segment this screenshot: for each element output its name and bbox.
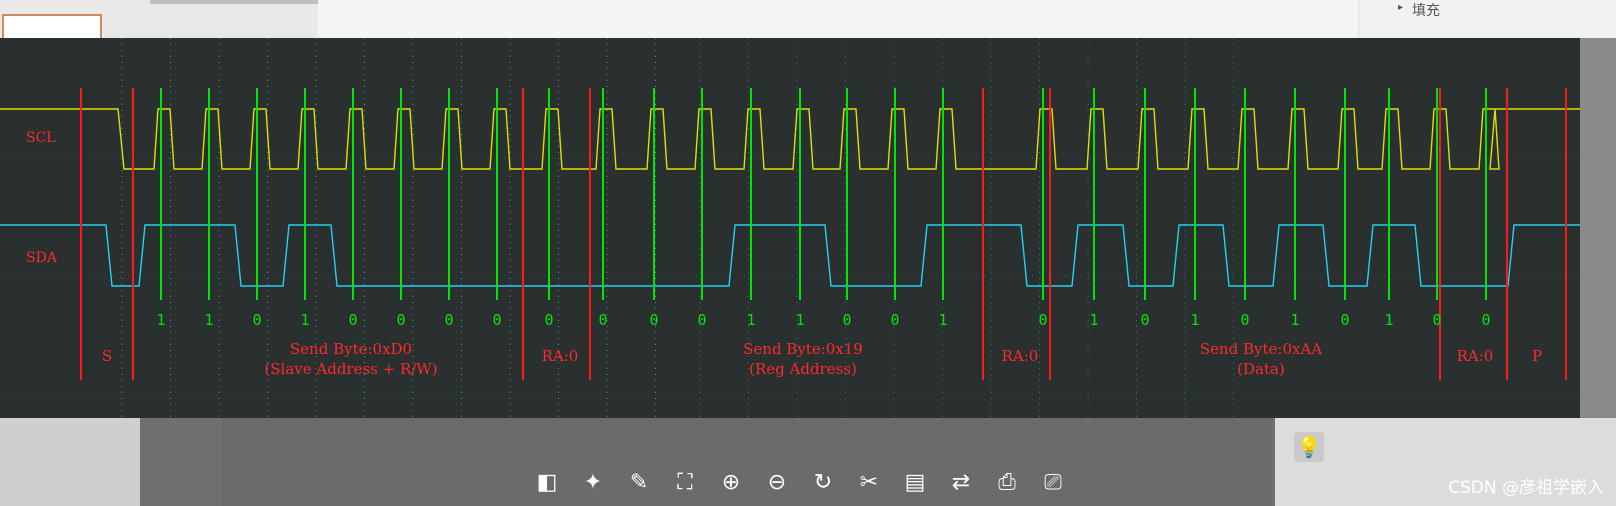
bit-value: 0 [444,311,453,329]
bit-value: 1 [1089,311,1098,329]
fill-section-label[interactable]: 填充 [1412,0,1440,20]
bit-value: 0 [252,311,261,329]
image-edit-icon[interactable]: ✎ [624,468,654,498]
bit-value: 0 [1432,311,1441,329]
convert-icon[interactable]: ⇄ [946,468,976,498]
csdn-watermark: CSDN @彦祖学嵌入 [1448,478,1604,498]
bit-value: 0 [842,311,851,329]
segment-annotation: (Data) [1237,360,1285,378]
image-viewer-toolbar: ◧ ✦ ✎ ⛶ ⊕ ⊖ ↻ ✂ ▤ ⇄ ⎙ ⎚ [222,448,1272,502]
segment-annotation: RA:0 [1457,347,1494,365]
bit-value: 1 [1290,311,1299,329]
bit-value: 1 [1384,311,1393,329]
bit-value: 0 [649,311,658,329]
segment-annotation: RA:0 [1002,347,1039,365]
image-to-text-icon[interactable]: ▤ [900,468,930,498]
bit-value: 0 [1481,311,1490,329]
segment-annotation: Send Byte:0xD0 [290,340,412,358]
document-thumbnail [0,418,140,506]
oscilloscope-capture: SCL SDA 1 1 0 1 0 0 0 0 0 0 0 0 1 1 0 0 1 0 1 0 1 0 1 0 1 0 0 S Send B… [0,38,1580,418]
bit-value: 0 [697,311,706,329]
rotate-icon[interactable]: ↻ [808,468,838,498]
bit-value: 1 [300,311,309,329]
crop-icon[interactable]: ✂ [854,468,884,498]
lightbulb-icon[interactable]: 💡 [1294,432,1324,462]
segment-annotation: Send Byte:0x19 [743,340,863,358]
bit-value: 1 [746,311,755,329]
expand-arrow-icon[interactable]: ▸ [1398,2,1403,13]
save-icon[interactable]: ⎙ [992,468,1022,498]
zoom-out-icon[interactable]: ⊖ [762,468,792,498]
channel-label-scl: SCL [26,130,56,146]
bit-value: 0 [348,311,357,329]
bit-value: 0 [1140,311,1149,329]
fit-screen-icon[interactable]: ⛶ [670,468,700,498]
bit-value: 1 [1190,311,1199,329]
page-thumbnail[interactable] [2,14,102,40]
segment-annotation: S [102,347,112,365]
segment-annotation: (Slave Address + R/W) [264,360,437,378]
zoom-in-icon[interactable]: ⊕ [716,468,746,498]
bit-value: 0 [544,311,553,329]
bit-value: 1 [204,311,213,329]
background-document: ▸ 填充 [0,0,1616,40]
bit-value: 1 [938,311,947,329]
bit-value: 0 [396,311,405,329]
segment-annotation: (Reg Address) [749,360,857,378]
bit-value: 1 [795,311,804,329]
channel-label-sda: SDA [26,250,58,266]
segment-annotation: RA:0 [542,347,579,365]
i2c-waveform: SCL SDA 1 1 0 1 0 0 0 0 0 0 0 0 1 1 0 0 1 0 1 0 1 0 1 0 1 0 0 S Send B… [0,38,1580,418]
bit-value: 0 [1240,311,1249,329]
bit-value: 0 [1038,311,1047,329]
magic-wand-icon[interactable]: ✦ [578,468,608,498]
bit-value: 0 [598,311,607,329]
bit-value: 0 [492,311,501,329]
print-icon[interactable]: ⎚ [1038,468,1068,498]
bit-value: 0 [1340,311,1349,329]
segment-annotation: Send Byte:0xAA [1200,340,1322,358]
bit-value: 1 [156,311,165,329]
bit-value: 0 [890,311,899,329]
document-page [318,0,1358,38]
compare-icon[interactable]: ◧ [532,468,562,498]
segment-annotation: P [1532,347,1542,365]
